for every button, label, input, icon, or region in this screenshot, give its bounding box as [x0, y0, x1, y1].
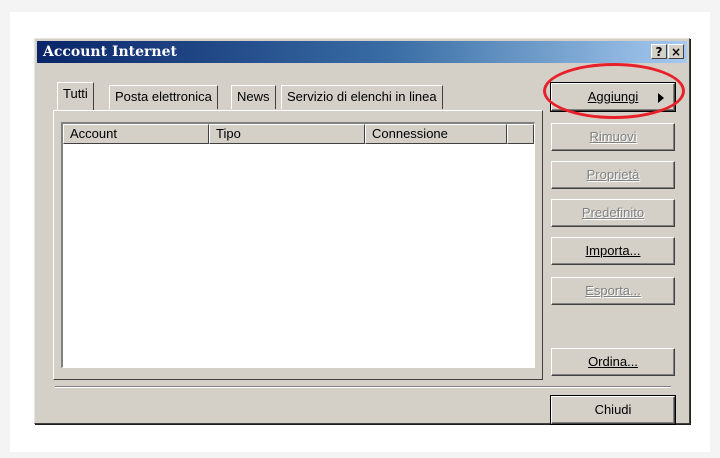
tab-servizio-elenchi[interactable]: Servizio di elenchi in linea [281, 85, 443, 109]
rimuovi-button[interactable]: Rimuovi [551, 123, 675, 151]
column-tipo[interactable]: Tipo [209, 124, 365, 144]
chiudi-label: Chiudi [594, 402, 632, 417]
importa-label: Importa... [585, 243, 641, 258]
close-window-button[interactable]: × [668, 44, 684, 59]
title-bar[interactable]: Account Internet ? × [37, 41, 687, 63]
list-header: Account Tipo Connessione [63, 124, 534, 144]
predefinito-button[interactable]: Predefinito [551, 199, 675, 227]
esporta-label: Esporta... [585, 283, 641, 298]
tab-tutti[interactable]: Tutti [57, 82, 94, 110]
ordina-button[interactable]: Ordina... [551, 348, 675, 376]
ordina-label: Ordina... [588, 354, 638, 369]
tab-posta-elettronica[interactable]: Posta elettronica [109, 85, 218, 109]
column-connessione[interactable]: Connessione [365, 124, 507, 144]
internet-accounts-dialog: Account Internet ? × Tutti Posta elettro… [34, 38, 690, 425]
highlight-circle-annotation [543, 63, 685, 119]
column-account[interactable]: Account [63, 124, 209, 144]
separator-line [55, 386, 671, 388]
proprieta-button[interactable]: Proprietà [551, 161, 675, 189]
rimuovi-label: Rimuovi [589, 129, 637, 144]
esporta-button[interactable]: Esporta... [551, 277, 675, 305]
accounts-list[interactable]: Account Tipo Connessione [61, 122, 535, 368]
window-title: Account Internet [43, 44, 177, 60]
importa-button[interactable]: Importa... [551, 237, 675, 265]
predefinito-label: Predefinito [581, 205, 645, 220]
tab-news[interactable]: News [231, 85, 276, 109]
help-button[interactable]: ? [651, 44, 667, 59]
proprieta-label: Proprietà [586, 167, 640, 182]
chiudi-button[interactable]: Chiudi [550, 395, 676, 425]
column-filler [507, 124, 534, 144]
